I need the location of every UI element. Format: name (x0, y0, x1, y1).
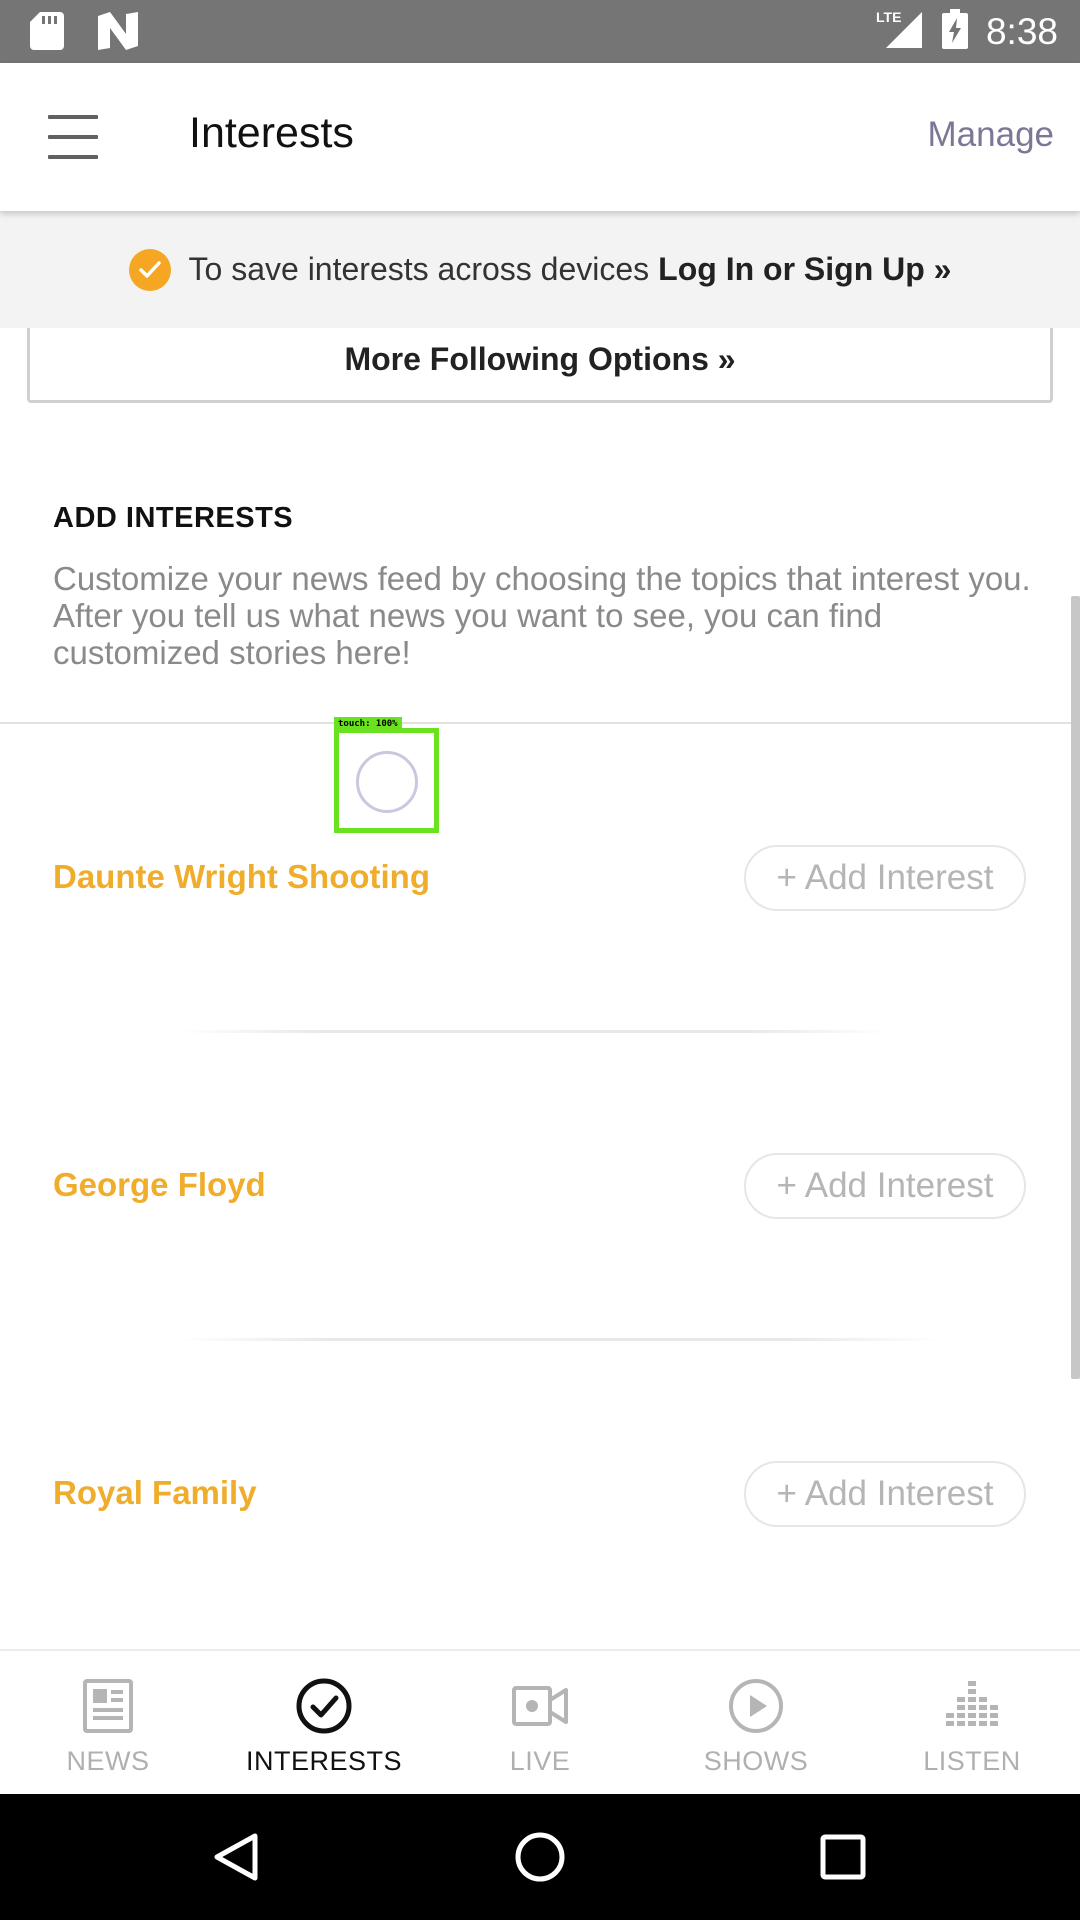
login-banner-text: To save interests across devices (188, 251, 650, 287)
touch-point (356, 751, 418, 813)
nav-label-news: NEWS (66, 1746, 150, 1776)
nav-label-live: LIVE (509, 1746, 571, 1776)
nav-label-interests: INTERESTS (245, 1746, 403, 1776)
row-divider (180, 1030, 890, 1033)
battery-charging-icon (941, 9, 968, 54)
nav-label-listen: LISTEN (923, 1746, 1021, 1776)
divider (0, 722, 1080, 724)
add-interest-button[interactable]: + Add Interest (744, 845, 1026, 911)
manage-button[interactable]: Manage (928, 115, 1054, 155)
add-interest-button[interactable]: + Add Interest (744, 1153, 1026, 1219)
nav-item-shows[interactable]: SHOWS (648, 1651, 864, 1794)
app-bar: Interests Manage (0, 63, 1080, 211)
n-logo-icon (98, 12, 138, 55)
menu-icon[interactable] (40, 111, 106, 163)
clock: 8:38 (985, 10, 1058, 52)
system-navigation-bar (0, 1794, 1080, 1920)
check-icon (128, 248, 171, 291)
add-interest-button[interactable]: + Add Interest (744, 1461, 1026, 1527)
more-following-options-button[interactable]: More Following Options » (27, 318, 1053, 403)
interest-name[interactable]: Royal Family (53, 1474, 257, 1512)
nav-item-news[interactable]: NEWS (0, 1651, 216, 1794)
equalizer-icon (944, 1678, 1000, 1734)
nav-item-interests[interactable]: INTERESTS (216, 1651, 432, 1794)
bottom-navigation: NEWS INTERESTS LIVE SHOWS LISTEN (0, 1649, 1080, 1794)
login-banner[interactable]: To save interests across devices Log In … (0, 211, 1080, 328)
recents-icon[interactable] (813, 1827, 873, 1887)
home-icon[interactable] (510, 1827, 570, 1887)
interest-name[interactable]: Daunte Wright Shooting (53, 858, 430, 896)
check-circle-icon (296, 1678, 352, 1734)
screen: LTE 8:38 Interests Manage To save intere… (0, 0, 1080, 1920)
video-camera-icon (512, 1678, 568, 1734)
login-signup-link[interactable]: Log In or Sign Up » (658, 251, 951, 288)
lte-signal-icon: LTE (876, 8, 924, 55)
newspaper-icon (80, 1678, 136, 1734)
status-bar: LTE 8:38 (0, 0, 1080, 63)
add-interests-heading: ADD INTERESTS (53, 502, 294, 534)
nav-item-live[interactable]: LIVE (432, 1651, 648, 1794)
nav-item-listen[interactable]: LISTEN (864, 1651, 1080, 1794)
row-divider (180, 1338, 940, 1341)
lte-label: LTE (876, 9, 901, 25)
play-circle-icon (728, 1678, 784, 1734)
nav-label-shows: SHOWS (703, 1746, 809, 1776)
page-title: Interests (189, 109, 354, 157)
scrollbar[interactable] (1071, 596, 1080, 1379)
interest-name[interactable]: George Floyd (53, 1166, 266, 1204)
sd-card-icon (30, 12, 64, 55)
back-icon[interactable] (206, 1827, 266, 1887)
add-interests-description: Customize your news feed by choosing the… (53, 560, 1031, 671)
